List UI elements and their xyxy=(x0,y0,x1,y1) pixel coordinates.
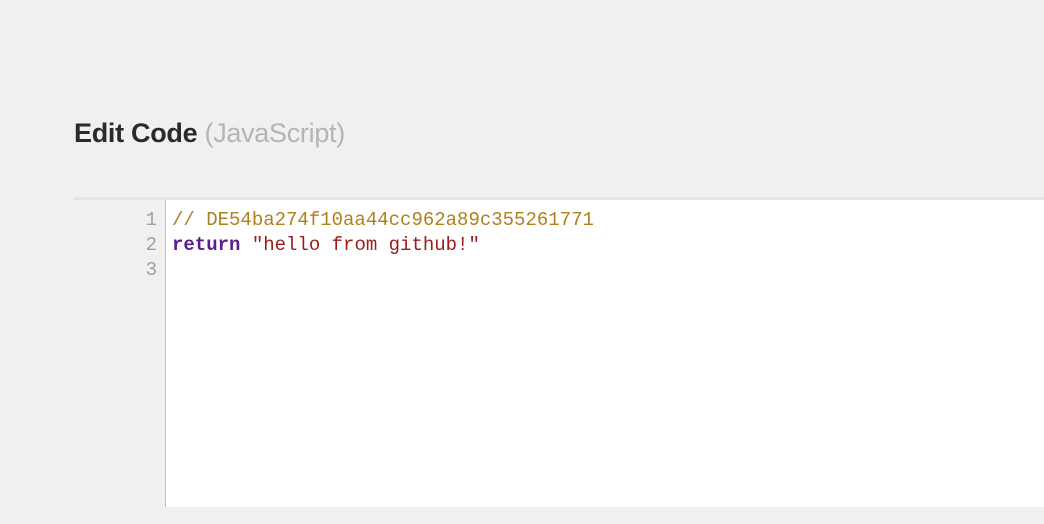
page-title-main: Edit Code xyxy=(74,118,197,148)
code-line[interactable] xyxy=(172,258,1044,283)
code-line[interactable]: return "hello from github!" xyxy=(172,233,1044,258)
line-number-gutter: 123 xyxy=(74,200,166,507)
code-line[interactable]: // DE54ba274f10aa44cc962a89c355261771 xyxy=(172,208,1044,233)
page-title-language: (JavaScript) xyxy=(205,118,345,148)
line-number: 2 xyxy=(74,233,157,258)
code-input-area[interactable]: // DE54ba274f10aa44cc962a89c355261771ret… xyxy=(166,200,1044,507)
page-title: Edit Code (JavaScript) xyxy=(74,118,1044,149)
line-number: 1 xyxy=(74,208,157,233)
line-number: 3 xyxy=(74,258,157,283)
code-editor: 123 // DE54ba274f10aa44cc962a89c35526177… xyxy=(74,197,1044,507)
